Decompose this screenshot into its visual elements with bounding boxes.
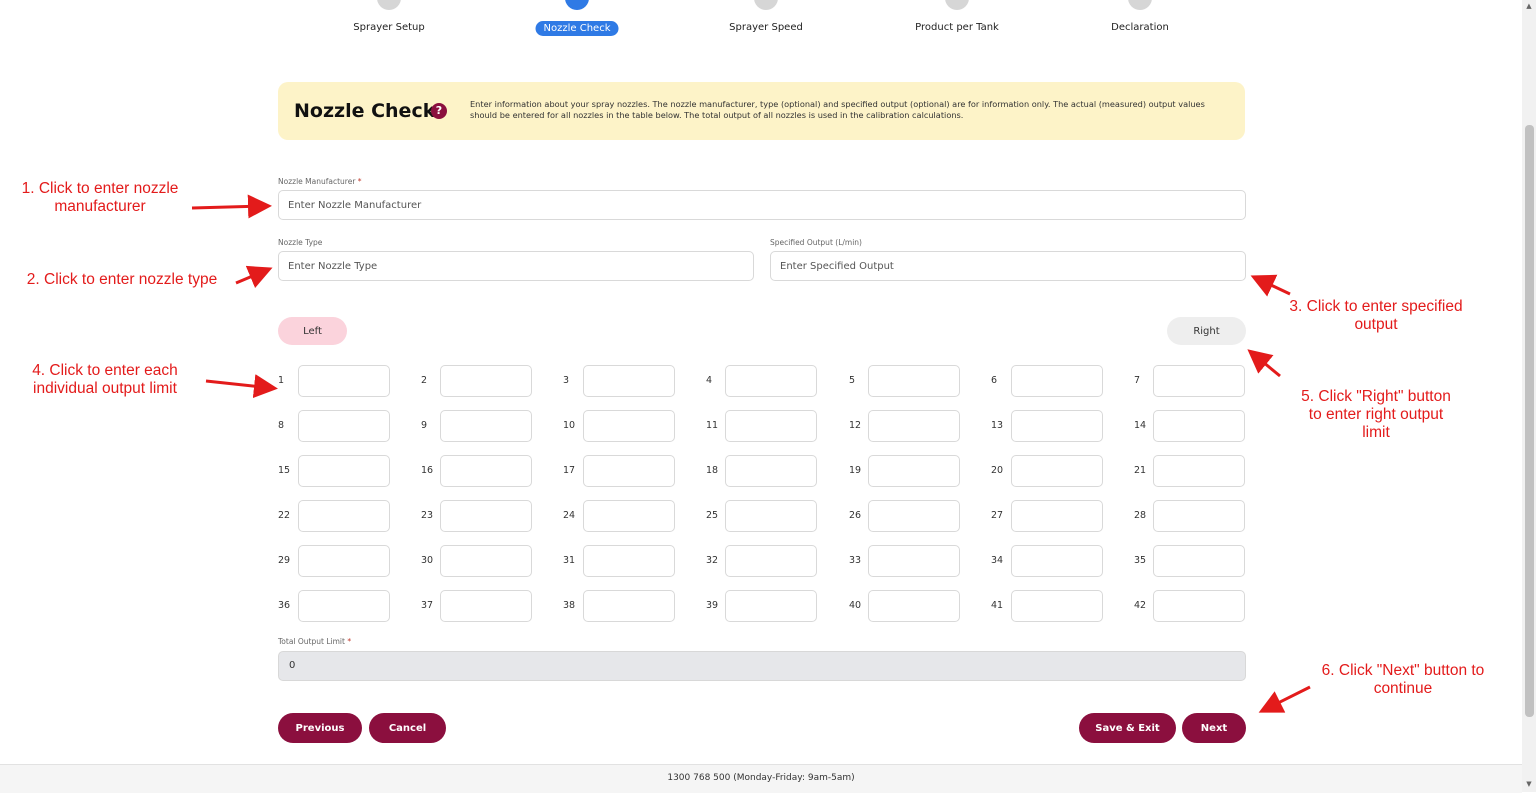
- annotation-arrows: [191, 194, 1311, 713]
- arrow-2: [235, 265, 273, 289]
- arrow-1: [191, 194, 272, 219]
- arrow-4: [205, 374, 278, 399]
- arrow-5: [1247, 349, 1281, 378]
- arrow-6: [1258, 685, 1311, 713]
- arrow-3: [1250, 274, 1291, 297]
